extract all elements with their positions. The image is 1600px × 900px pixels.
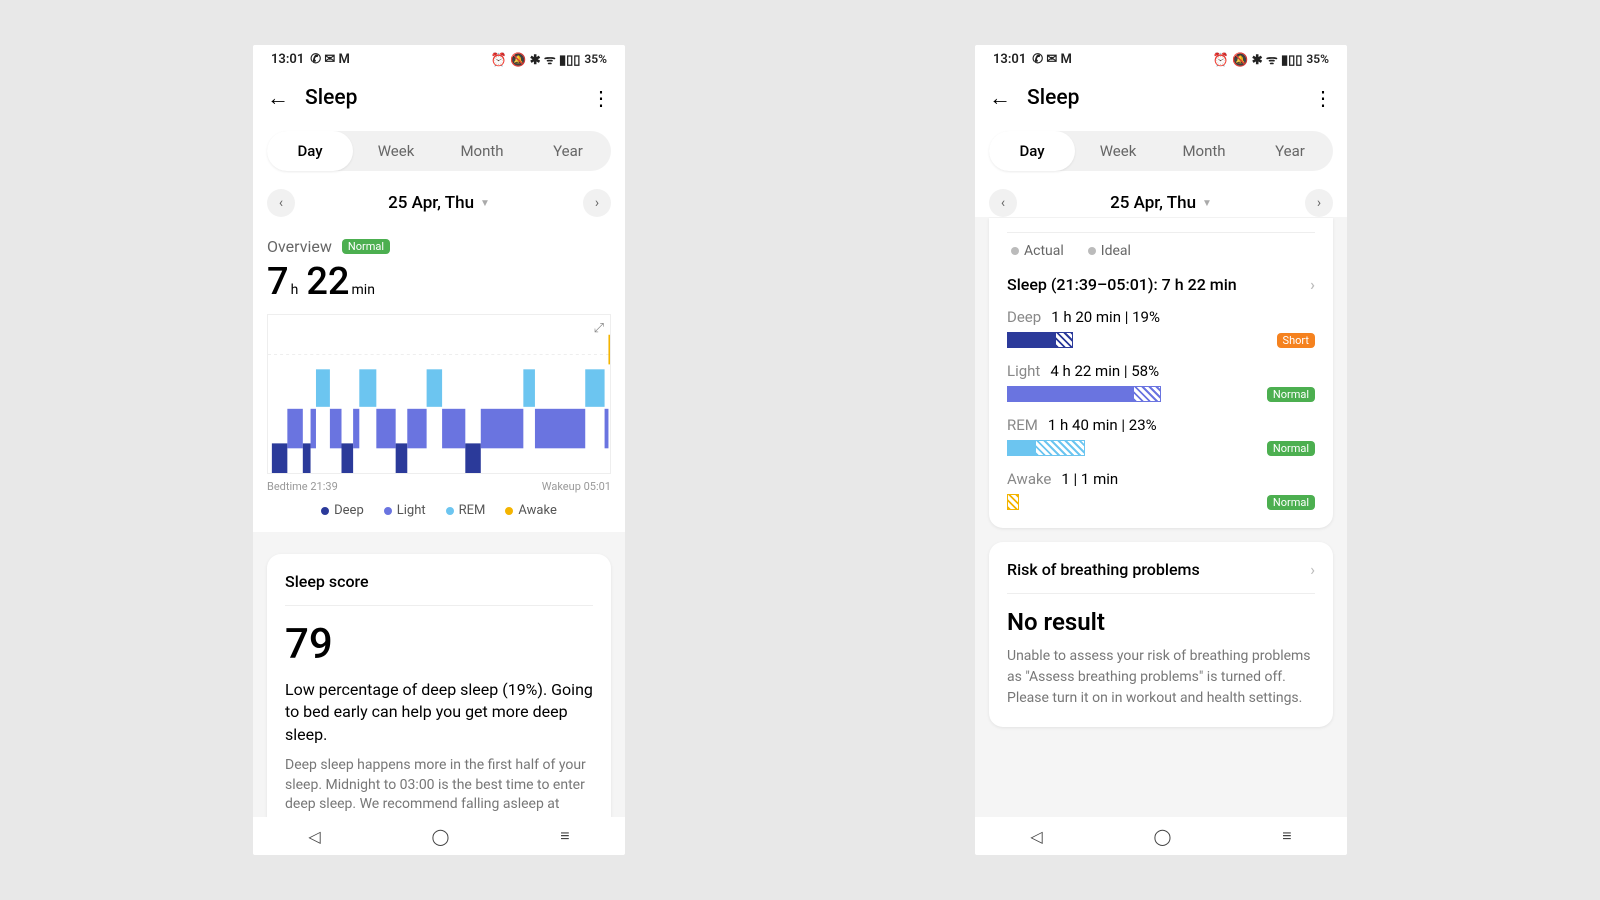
nav-recent-icon[interactable]: ≡ [560, 826, 569, 846]
stage-name: Light [1007, 362, 1040, 380]
stage-bar [1007, 440, 1085, 456]
back-icon[interactable]: ← [989, 85, 1011, 111]
system-nav-bar: ◁ ◯ ≡ [253, 817, 625, 855]
period-tabs: Day Week Month Year [267, 131, 611, 171]
tab-month[interactable]: Month [1161, 131, 1247, 171]
system-nav-bar: ◁ ◯ ≡ [975, 817, 1347, 855]
status-left-icons: ✆ ✉ M [1032, 52, 1072, 67]
tab-week[interactable]: Week [353, 131, 439, 171]
app-header: ← Sleep ⋮ [253, 73, 625, 123]
stage-name: Awake [1007, 470, 1051, 488]
tab-day[interactable]: Day [267, 131, 353, 171]
next-day-button[interactable]: › [583, 189, 611, 217]
stage-value: 4 h 22 min | 58% [1050, 362, 1159, 380]
wakeup-label: Wakeup 05:01 [542, 480, 611, 493]
sleep-score-headline: Low percentage of deep sleep (19%). Goin… [285, 679, 593, 746]
status-battery: 35% [1306, 52, 1329, 66]
next-day-button[interactable]: › [1305, 189, 1333, 217]
app-header: ← Sleep ⋮ [975, 73, 1347, 123]
tab-day[interactable]: Day [989, 131, 1075, 171]
page-title: Sleep [1027, 86, 1297, 110]
stage-bar [1007, 386, 1161, 402]
status-badge: Normal [342, 239, 390, 254]
prev-day-button[interactable]: ‹ [989, 189, 1017, 217]
period-tabs: Day Week Month Year [989, 131, 1333, 171]
stage-row: REM 1 h 40 min | 23% Normal [1007, 416, 1315, 456]
stage-value: 1 | 1 min [1061, 470, 1118, 488]
nav-recent-icon[interactable]: ≡ [1282, 826, 1291, 846]
breathing-card[interactable]: Risk of breathing problems › No result U… [989, 542, 1333, 727]
stage-badge: Normal [1267, 387, 1315, 402]
stage-name: Deep [1007, 308, 1041, 326]
stage-row: Light 4 h 22 min | 58% Normal [1007, 362, 1315, 402]
overview-label: Overview [267, 237, 332, 256]
date-label[interactable]: 25 Apr, Thu ▼ [388, 193, 490, 213]
status-right-icons: ⏰ 🔕 ✱ ᯤ ▮▯▯ [1213, 50, 1303, 68]
chevron-right-icon: › [1310, 275, 1315, 294]
tab-year[interactable]: Year [1247, 131, 1333, 171]
tab-week[interactable]: Week [1075, 131, 1161, 171]
stage-badge: Normal [1267, 495, 1315, 510]
stage-value: 1 h 40 min | 23% [1048, 416, 1157, 434]
chevron-right-icon: › [1310, 560, 1315, 579]
nav-back-icon[interactable]: ◁ [1030, 827, 1042, 846]
sleep-score-title: Sleep score [285, 572, 593, 591]
chevron-down-icon: ▼ [480, 198, 490, 209]
status-bar: 13:01 ✆ ✉ M ⏰ 🔕 ✱ ᯤ ▮▯▯ 35% [975, 45, 1347, 73]
breathing-title: Risk of breathing problems [1007, 560, 1200, 579]
status-battery: 35% [584, 52, 607, 66]
sleep-score-value: 79 [285, 620, 593, 669]
nav-home-icon[interactable]: ◯ [432, 827, 450, 846]
stage-value: 1 h 20 min | 19% [1051, 308, 1160, 326]
back-icon[interactable]: ← [267, 85, 289, 111]
stage-bar [1007, 332, 1073, 348]
status-right-icons: ⏰ 🔕 ✱ ᯤ ▮▯▯ [491, 50, 581, 68]
prev-day-button[interactable]: ‹ [267, 189, 295, 217]
breathing-body: Unable to assess your risk of breathing … [1007, 646, 1315, 709]
stage-bar [1007, 494, 1019, 510]
expand-icon[interactable]: ⤢ [594, 321, 604, 336]
chart-legend: Deep Light REM Awake [267, 503, 611, 518]
phone-screen-2: 13:01 ✆ ✉ M ⏰ 🔕 ✱ ᯤ ▮▯▯ 35% ← Sleep ⋮ Da… [975, 45, 1347, 855]
total-sleep-time: 7 h 22 min [267, 260, 611, 304]
status-bar: 13:01 ✆ ✉ M ⏰ 🔕 ✱ ᯤ ▮▯▯ 35% [253, 45, 625, 73]
sleep-score-body: Deep sleep happens more in the first hal… [285, 756, 593, 817]
stage-badge: Normal [1267, 441, 1315, 456]
tab-year[interactable]: Year [525, 131, 611, 171]
date-navigation: ‹ 25 Apr, Thu ▼ › [989, 189, 1333, 217]
stage-name: REM [1007, 416, 1038, 434]
legend-item: Light [384, 503, 426, 518]
sleep-score-card[interactable]: Sleep score 79 Low percentage of deep sl… [267, 554, 611, 817]
date-navigation: ‹ 25 Apr, Thu ▼ › [267, 189, 611, 217]
more-icon[interactable]: ⋮ [1313, 86, 1333, 110]
breathing-no-result: No result [1007, 608, 1315, 636]
tab-month[interactable]: Month [439, 131, 525, 171]
date-label[interactable]: 25 Apr, Thu ▼ [1110, 193, 1212, 213]
sleep-summary-row[interactable]: Sleep (21:39–05:01): 7 h 22 min › [1007, 275, 1315, 294]
legend-item: REM [446, 503, 486, 518]
nav-home-icon[interactable]: ◯ [1154, 827, 1172, 846]
stage-badge: Short [1277, 333, 1315, 348]
legend-item: Deep [321, 503, 364, 518]
more-icon[interactable]: ⋮ [591, 86, 611, 110]
bedtime-label: Bedtime 21:39 [267, 480, 338, 493]
page-title: Sleep [305, 86, 575, 110]
stage-row: Awake 1 | 1 min Normal [1007, 470, 1315, 510]
legend-item: Awake [505, 503, 556, 518]
chevron-down-icon: ▼ [1202, 198, 1212, 209]
nav-back-icon[interactable]: ◁ [308, 827, 320, 846]
status-time: 13:01 [993, 52, 1026, 67]
phone-screen-1: 13:01 ✆ ✉ M ⏰ 🔕 ✱ ᯤ ▮▯▯ 35% ← Sleep ⋮ Da… [253, 45, 625, 855]
stage-row: Deep 1 h 20 min | 19% Short [1007, 308, 1315, 348]
status-time: 13:01 [271, 52, 304, 67]
status-left-icons: ✆ ✉ M [310, 52, 350, 67]
actual-ideal-legend: Actual Ideal [1007, 243, 1315, 259]
sleep-stage-chart[interactable]: ⤢ [267, 314, 611, 474]
